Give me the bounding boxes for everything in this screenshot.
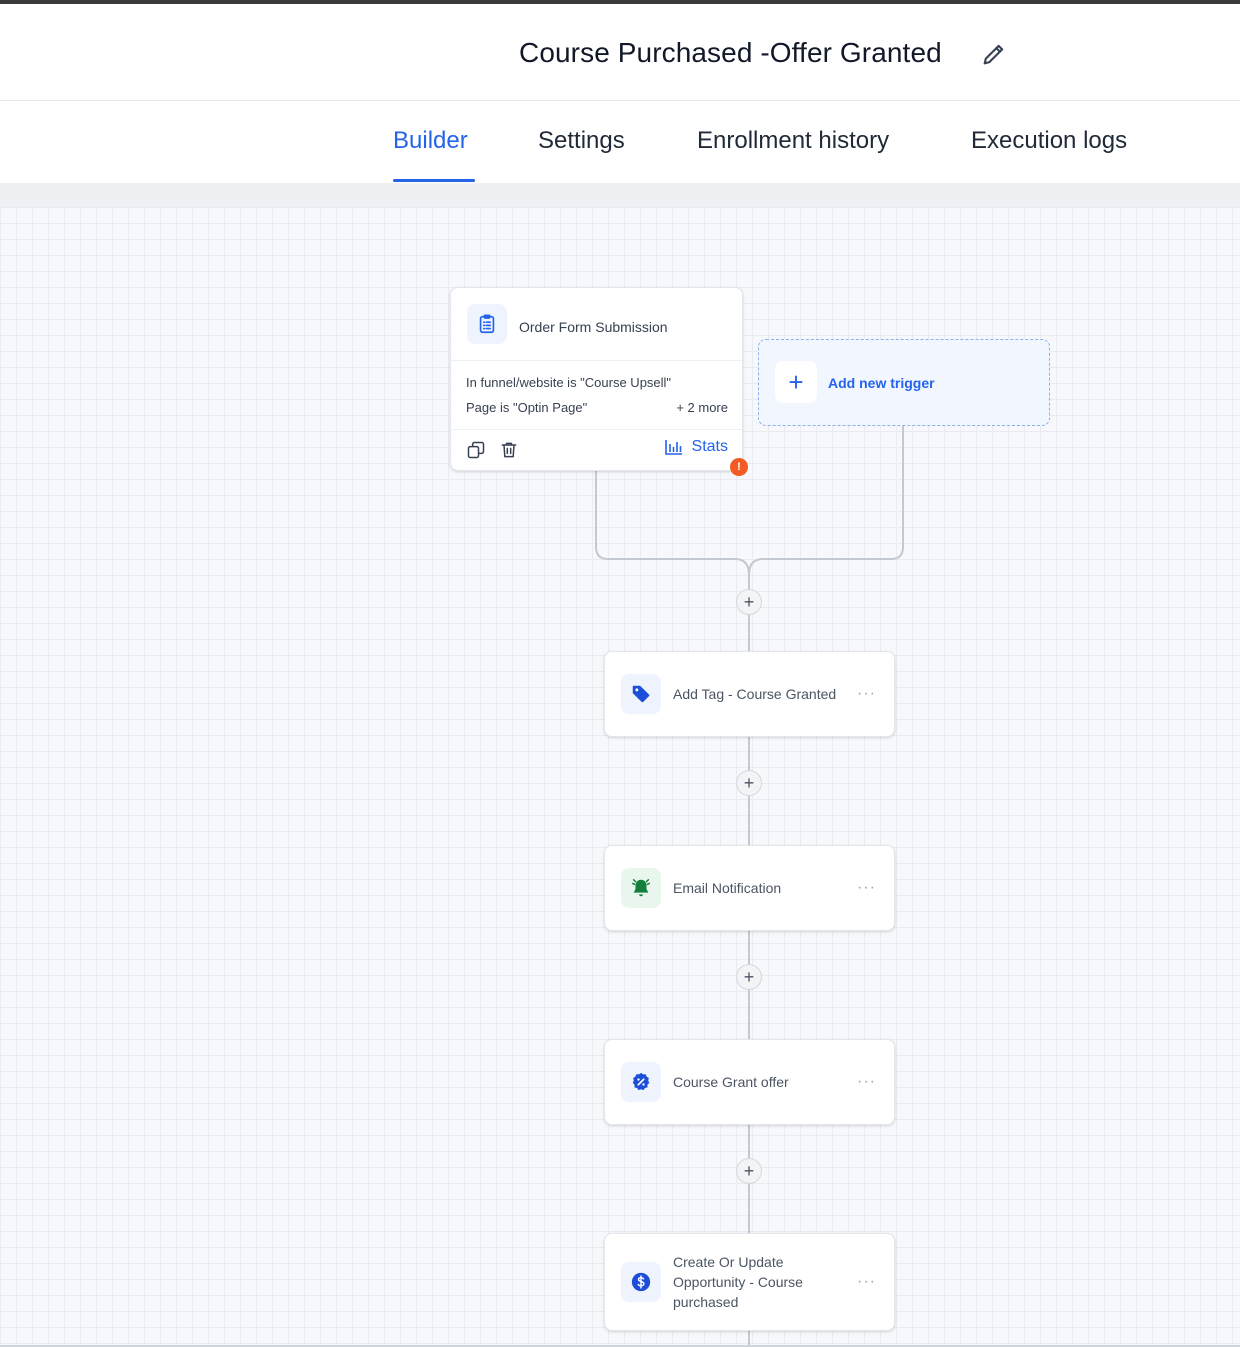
action-label: Email Notification bbox=[673, 880, 782, 896]
plus-icon: + bbox=[775, 361, 817, 403]
active-tab-indicator bbox=[393, 179, 475, 182]
tab-execution-logs[interactable]: Execution logs bbox=[971, 127, 1127, 155]
add-step-button[interactable]: + bbox=[736, 770, 762, 796]
add-new-trigger-button[interactable]: + Add new trigger bbox=[758, 339, 1050, 426]
more-options-icon[interactable]: ··· bbox=[857, 1073, 876, 1091]
tab-builder[interactable]: Builder bbox=[393, 127, 468, 155]
pencil-icon[interactable] bbox=[980, 40, 1008, 68]
more-filters-link[interactable]: + 2 more bbox=[676, 400, 728, 415]
add-step-button[interactable]: + bbox=[736, 964, 762, 990]
trigger-card[interactable]: Order Form Submission In funnel/website … bbox=[450, 287, 748, 476]
action-icon-box bbox=[621, 1262, 661, 1302]
action-card-create-update-opportunity[interactable]: Create Or Update Opportunity - Course pu… bbox=[604, 1233, 895, 1331]
action-card-course-grant-offer[interactable]: Course Grant offer ··· bbox=[604, 1039, 895, 1125]
trigger-filter-funnel: In funnel/website is "Course Upsell" bbox=[466, 375, 672, 390]
tab-bar: Builder Settings Enrollment history Exec… bbox=[0, 101, 1240, 183]
stats-label: Stats bbox=[691, 438, 728, 455]
clipboard-icon bbox=[479, 314, 495, 334]
action-icon-box bbox=[621, 868, 661, 908]
action-icon-box bbox=[621, 674, 661, 714]
workflow-canvas[interactable]: Order Form Submission In funnel/website … bbox=[0, 207, 1240, 1345]
action-label: Create Or Update Opportunity - Course pu… bbox=[673, 1254, 803, 1310]
action-label: Add Tag - Course Granted bbox=[673, 686, 837, 702]
action-label: Course Grant offer bbox=[673, 1074, 789, 1090]
more-options-icon[interactable]: ··· bbox=[857, 1273, 876, 1291]
bell-icon bbox=[632, 879, 650, 897]
action-card-email-notification[interactable]: Email Notification ··· bbox=[604, 845, 895, 931]
action-icon-box bbox=[621, 1062, 661, 1102]
percent-badge-icon bbox=[632, 1072, 650, 1091]
action-card-add-tag[interactable]: Add Tag - Course Granted ··· bbox=[604, 651, 895, 737]
more-options-icon[interactable]: ··· bbox=[857, 685, 876, 703]
trigger-filter-page: Page is "Optin Page" bbox=[466, 400, 588, 415]
trash-icon[interactable] bbox=[499, 440, 519, 460]
tag-icon bbox=[632, 685, 650, 703]
tab-enrollment-history[interactable]: Enrollment history bbox=[697, 127, 889, 155]
workflow-header: Course Purchased -Offer Granted bbox=[0, 4, 1240, 101]
divider bbox=[451, 360, 742, 361]
workflow-title: Course Purchased -Offer Granted bbox=[519, 37, 942, 68]
stats-button[interactable]: Stats bbox=[664, 438, 728, 456]
trigger-title: Order Form Submission bbox=[519, 319, 668, 335]
divider bbox=[451, 429, 742, 430]
add-step-button[interactable]: + bbox=[736, 589, 762, 615]
tab-settings[interactable]: Settings bbox=[538, 127, 625, 155]
trigger-icon-box bbox=[467, 304, 507, 344]
bar-chart-icon bbox=[664, 440, 682, 455]
add-step-button[interactable]: + bbox=[736, 1158, 762, 1184]
canvas-toolbar-strip bbox=[0, 183, 1240, 207]
more-options-icon[interactable]: ··· bbox=[857, 879, 876, 897]
alert-badge[interactable]: ! bbox=[730, 458, 748, 476]
dollar-icon bbox=[631, 1272, 651, 1292]
copy-icon[interactable] bbox=[466, 440, 486, 460]
add-trigger-label: Add new trigger bbox=[828, 375, 935, 391]
